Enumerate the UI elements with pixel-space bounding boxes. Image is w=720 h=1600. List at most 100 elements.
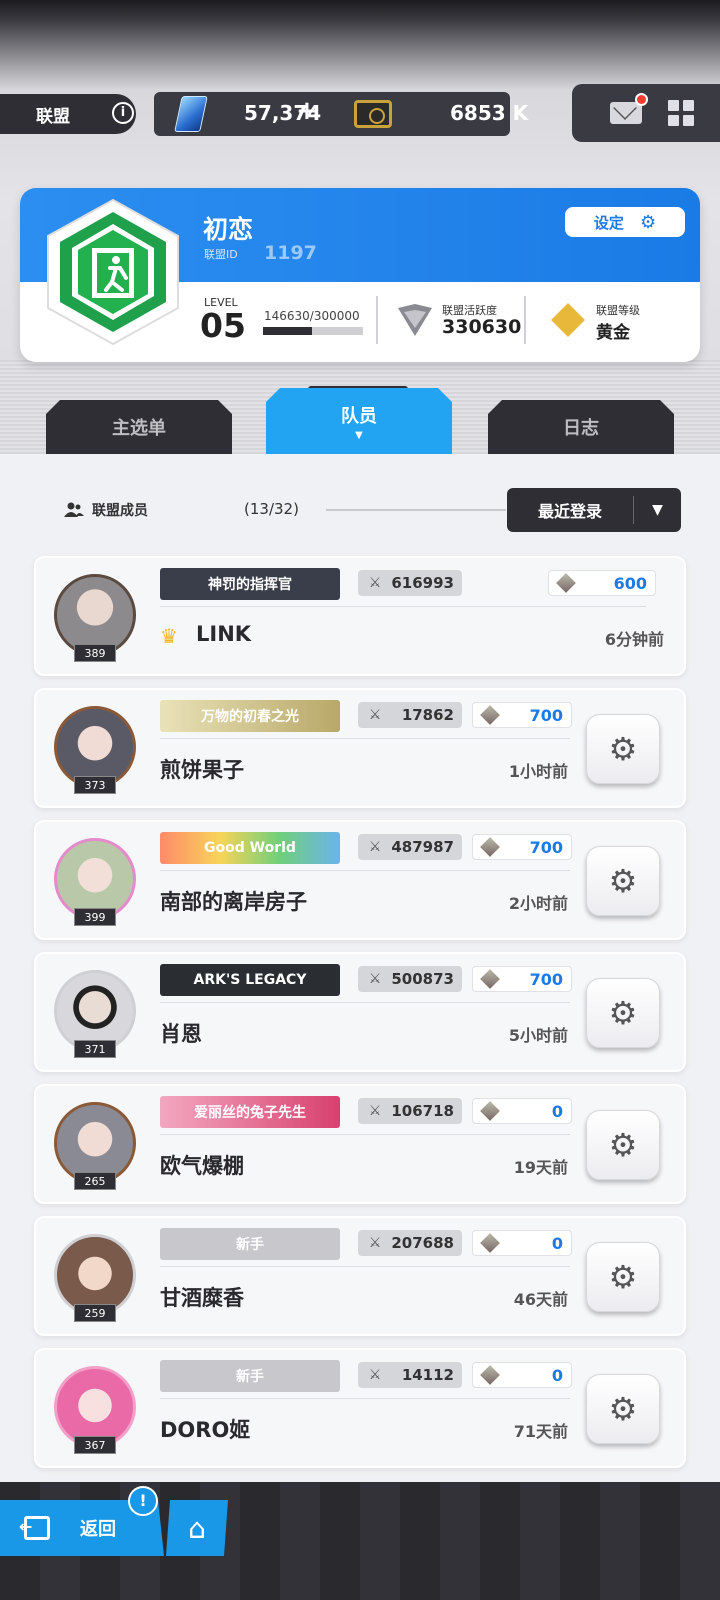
divider [160, 1398, 570, 1399]
alliance-id-label: 联盟ID [204, 248, 238, 261]
divider [160, 738, 570, 739]
mail-icon[interactable] [610, 102, 642, 124]
topright-panel [572, 84, 720, 142]
home-button[interactable]: ⌂ [166, 1500, 228, 1556]
credit-count: 6853 K [450, 101, 529, 125]
tab-main-menu[interactable]: 主选单 [46, 400, 232, 454]
power-box: ⚔ 106718 [358, 1098, 462, 1124]
rank-value: 黄金 [596, 323, 630, 343]
menu-grid-icon[interactable] [668, 100, 694, 126]
contribution-value: 0 [551, 1233, 563, 1253]
divider [160, 1134, 570, 1135]
contribution-box: 0 [472, 1098, 572, 1124]
member-settings-button[interactable]: ⚙ [586, 714, 660, 784]
title-badge: 新手 [160, 1360, 340, 1392]
alliance-settings-button[interactable]: 设定 ⚙ [565, 207, 685, 237]
exp-progress-fill [263, 327, 312, 335]
swords-icon: ⚔ [368, 1367, 382, 1383]
power-box: ⚔ 500873 [358, 966, 462, 992]
power-value: 106718 [391, 1102, 454, 1120]
last-login: 19天前 [513, 1158, 568, 1177]
alliance-emblem-icon [47, 198, 179, 346]
power-value: 487987 [391, 838, 454, 856]
power-value: 207688 [391, 1234, 454, 1252]
title-badge: 万物的初春之光 [160, 700, 340, 732]
avatar-level: 399 [74, 908, 116, 926]
swords-icon: ⚔ [368, 1103, 382, 1119]
divider [524, 296, 526, 344]
member-settings-button[interactable]: ⚙ [586, 1374, 660, 1444]
contribution-value: 0 [551, 1101, 563, 1121]
contribution-box: 700 [472, 834, 572, 860]
divider [160, 1266, 570, 1267]
sort-dropdown[interactable]: 最近登录 ▼ [507, 488, 681, 532]
last-login: 2小时前 [508, 894, 568, 913]
member-row[interactable]: 265 爱丽丝的兔子先生 ⚔ 106718 0 欧气爆棚 19天前 ⚙ [34, 1084, 686, 1204]
power-value: 500873 [391, 970, 454, 988]
add-gems-button[interactable]: + [296, 96, 318, 126]
member-settings-button[interactable]: ⚙ [586, 1242, 660, 1312]
member-row[interactable]: 399 Good World ⚔ 487987 700 南部的离岸房子 2小时前 … [34, 820, 686, 940]
info-icon[interactable]: i [112, 102, 134, 124]
power-value: 616993 [391, 574, 454, 592]
contribution-box: 700 [472, 966, 572, 992]
contribution-value: 700 [529, 837, 563, 857]
power-value: 14112 [401, 1366, 454, 1384]
divider [160, 606, 646, 607]
swords-icon: ⚔ [368, 707, 382, 723]
tab-log[interactable]: 日志 [488, 400, 674, 454]
alliance-level: 05 [200, 306, 246, 345]
contribution-box: 700 [472, 702, 572, 728]
swords-icon: ⚔ [368, 839, 382, 855]
title-badge: Good World [160, 832, 340, 864]
member-name: 欧气爆棚 [160, 1154, 244, 1178]
gear-icon: ⚙ [608, 1390, 638, 1428]
exp-progress-bar [263, 327, 363, 335]
power-value: 17862 [401, 706, 454, 724]
gear-icon: ⚙ [608, 730, 638, 768]
avatar-level: 373 [74, 776, 116, 794]
title-badge: 神罚的指挥官 [160, 568, 340, 600]
member-row[interactable]: 259 新手 ⚔ 207688 0 甘酒糜香 46天前 ⚙ [34, 1216, 686, 1336]
member-settings-button[interactable]: ⚙ [586, 978, 660, 1048]
swords-icon: ⚔ [368, 1235, 382, 1251]
rank-label: 联盟等级 [596, 304, 640, 317]
sort-label: 最近登录 [537, 502, 602, 521]
gear-icon: ⚙ [608, 994, 638, 1032]
last-login: 5小时前 [508, 1026, 568, 1045]
member-name: LINK [196, 622, 252, 646]
member-row[interactable]: 371 ARK'S LEGACY ⚔ 500873 700 肖恩 5小时前 ⚙ [34, 952, 686, 1072]
divider [326, 509, 506, 511]
tab-members[interactable]: 队员 ▼ [266, 388, 452, 454]
notification-dot [635, 93, 648, 106]
member-name: 南部的离岸房子 [160, 890, 307, 914]
member-row[interactable]: 367 新手 ⚔ 14112 0 DORO姬 71天前 ⚙ [34, 1348, 686, 1468]
member-row[interactable]: 389 神罚的指挥官 ⚔ 616993 600 ♛ LINK 6分钟前 [34, 556, 686, 676]
gear-icon: ⚙ [608, 1126, 638, 1164]
power-box: ⚔ 616993 [358, 570, 462, 596]
gear-icon: ⚙ [608, 1258, 638, 1296]
divider [160, 1002, 570, 1003]
settings-label: 设定 [593, 213, 624, 232]
credit-icon [354, 100, 392, 128]
members-icon [64, 502, 84, 517]
chevron-down-icon: ▼ [652, 502, 663, 518]
member-row[interactable]: 373 万物的初春之光 ⚔ 17862 700 煎饼果子 1小时前 ⚙ [34, 688, 686, 808]
members-label: 联盟成员 [92, 503, 148, 519]
alliance-name: 初恋 [203, 215, 254, 244]
contribution-value: 600 [613, 573, 647, 593]
member-settings-button[interactable]: ⚙ [586, 846, 660, 916]
member-settings-button[interactable]: ⚙ [586, 1110, 660, 1180]
members-header: 联盟成员 [64, 500, 148, 520]
last-login: 46天前 [513, 1290, 568, 1309]
gear-icon: ⚙ [608, 862, 638, 900]
contribution-value: 700 [529, 705, 563, 725]
member-name: 甘酒糜香 [160, 1286, 244, 1310]
contribution-box: 0 [472, 1362, 572, 1388]
member-name: 煎饼果子 [160, 758, 244, 782]
exp-text: 146630/300000 [264, 309, 360, 323]
crown-icon: ♛ [160, 624, 178, 648]
member-name: 肖恩 [160, 1022, 202, 1046]
gear-icon: ⚙ [639, 211, 657, 233]
alliance-id: 1197 [264, 242, 317, 264]
